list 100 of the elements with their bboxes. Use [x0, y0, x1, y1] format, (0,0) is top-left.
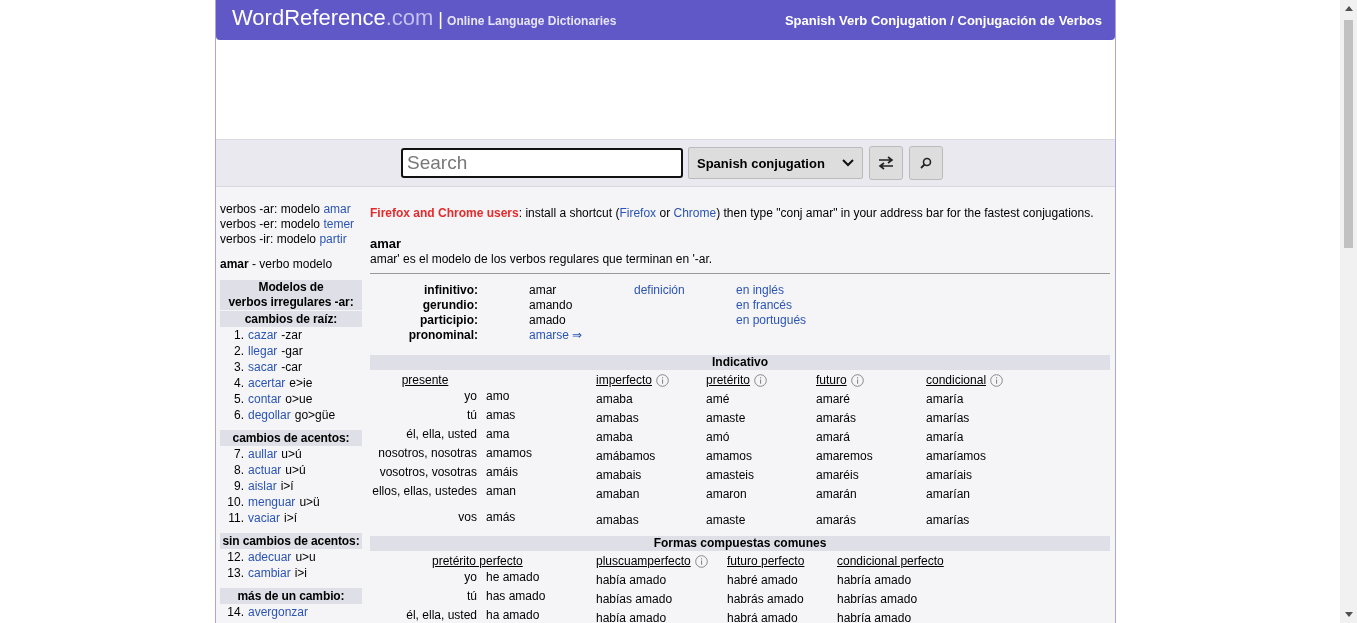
info-icon[interactable] [850, 373, 864, 387]
tense-heading[interactable]: condicional [926, 373, 987, 387]
shortcut-notice: Firefox and Chrome users: install a shortcut (Firefox or Chrome) then type "conj amar" in your address bar for the fastest conjugations. [370, 206, 1095, 220]
stem-change: i>í [280, 479, 294, 493]
stem-change: i>í [284, 511, 298, 525]
list-number: 1. [233, 327, 244, 343]
form-label: pronominal: [407, 328, 478, 343]
chrome-link[interactable]: Chrome [673, 206, 717, 220]
pronoun: yo [463, 389, 478, 403]
form-value: amado [529, 313, 567, 328]
stem-change: -zar [281, 328, 302, 342]
tagline: Online Language Dictionaries [447, 13, 617, 28]
tense-heading[interactable]: futuro perfecto [727, 554, 805, 568]
translation-link[interactable]: en francés [736, 298, 1110, 313]
translation-link[interactable]: en portugués [736, 313, 1110, 328]
stem-change: -gar [281, 344, 303, 358]
group-heading: cambios de acentos: [220, 430, 362, 446]
tense-heading[interactable]: pretérito [706, 373, 751, 387]
verb-form: amábamos [596, 448, 657, 463]
verb-link[interactable]: sacar [248, 360, 278, 374]
verb-form: amaremos [816, 448, 874, 463]
verb-link[interactable]: degollar [248, 408, 291, 422]
form-label: participio: [419, 313, 478, 328]
verb-form: amé [706, 391, 731, 406]
definition-link[interactable]: definición [634, 283, 736, 298]
language-select[interactable]: Spanish conjugation [688, 147, 863, 179]
verb-link[interactable]: acertar [248, 376, 286, 390]
search-button[interactable] [909, 146, 943, 180]
verb-link[interactable]: partir [319, 232, 347, 246]
model-label: verbos -er: modelo [220, 217, 321, 231]
verb-form: habría amado [837, 610, 913, 623]
verb-form: amás [486, 510, 517, 524]
verb-link[interactable]: actuar [248, 463, 282, 477]
translation-link[interactable]: en inglés [736, 283, 1110, 298]
verb-link[interactable]: aullar [248, 447, 278, 461]
search-field[interactable]: Search [401, 148, 683, 178]
verb-form: amarás [816, 410, 857, 425]
verb-link[interactable]: llegar [248, 344, 278, 358]
page-title: Spanish Verb Conjugation / Conjugación de Verbos [784, 12, 1102, 28]
verb-form: ha amado [486, 608, 541, 622]
verb-link[interactable]: aislar [248, 479, 277, 493]
verb-form: amaría [926, 391, 965, 406]
tense-heading[interactable]: pluscuamperfecto [596, 554, 691, 568]
group-heading: sin cambios de acentos: [220, 533, 362, 549]
verb-form: habrás amado [727, 591, 805, 606]
verb-form: aman [486, 484, 518, 498]
model-label: verbos -ir: modelo [220, 232, 317, 246]
section-heading: Formas compuestas comunes [370, 536, 1110, 551]
verb-form: amaba [596, 391, 634, 406]
verb-form: amaste [706, 512, 747, 527]
verb-form: amaré [816, 391, 851, 406]
swap-button[interactable] [869, 146, 903, 180]
tense-heading[interactable]: futuro [816, 373, 847, 387]
swap-arrows-icon [878, 156, 894, 170]
verb-form: amarán [816, 486, 858, 501]
verb-link[interactable]: vaciar [248, 511, 280, 525]
info-icon[interactable] [754, 373, 768, 387]
tense-heading[interactable]: pretérito perfecto [370, 554, 596, 568]
verb-form: amó [706, 429, 731, 444]
verb-form: habrías amado [837, 591, 919, 606]
verb-form: habría amado [837, 572, 913, 587]
pronoun: vos [457, 510, 478, 524]
verb-link[interactable]: avergonzar [248, 605, 309, 619]
verb-description: amar' es el modelo de los verbos regulares que terminan en '-ar. [370, 252, 714, 266]
verb-form: amáis [486, 465, 519, 479]
list-number: 6. [233, 407, 244, 423]
verb-form: amaríamos [926, 448, 988, 463]
verb-title: amar [370, 236, 403, 252]
verb-link[interactable]: temer [323, 217, 355, 231]
site-logo[interactable]: WordReference.com [232, 5, 434, 31]
model-label: verbos -ar: modelo [220, 202, 321, 216]
verb-link[interactable]: menguar [248, 495, 296, 509]
pronominal-link[interactable]: amarse ⇒ [529, 328, 634, 343]
verb-link[interactable]: amar [323, 202, 351, 216]
verb-link[interactable]: cambiar [248, 566, 291, 580]
form-label: infinitivo: [423, 283, 478, 298]
form-value: amar [529, 283, 558, 298]
tense-heading[interactable]: imperfecto [596, 373, 653, 387]
info-icon[interactable] [656, 373, 670, 387]
firefox-link[interactable]: Firefox [619, 206, 657, 220]
current-verb: amar [220, 257, 249, 271]
stem-change: u>ú [281, 447, 302, 461]
tense-heading[interactable]: presente [370, 373, 596, 387]
verb-form: habré amado [727, 572, 799, 587]
section-heading: Indicativo [370, 355, 1110, 370]
verb-link[interactable]: cazar [248, 328, 278, 342]
current-verb-note: - verbo modelo [252, 257, 333, 271]
verb-link[interactable]: adecuar [248, 550, 292, 564]
stem-change: i>i [294, 566, 308, 580]
tense-heading[interactable]: condicional perfecto [837, 554, 944, 568]
info-icon[interactable] [990, 373, 1004, 387]
stem-change: o>ue [285, 392, 313, 406]
verb-link[interactable]: contar [248, 392, 282, 406]
info-icon[interactable] [694, 554, 708, 568]
list-number: 12. [226, 549, 244, 565]
verb-form: amasteis [706, 467, 756, 482]
verb-form: había amado [596, 572, 668, 587]
verb-form: había amado [596, 610, 668, 623]
verb-form: amaban [596, 486, 641, 501]
scrollbar-drawing[interactable] [1340, 0, 1357, 623]
